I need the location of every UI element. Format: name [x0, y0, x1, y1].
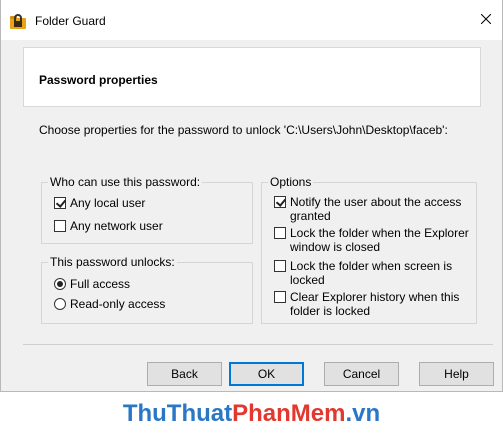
footer-separator	[23, 344, 493, 345]
watermark-part-2: PhanMem	[232, 400, 346, 427]
checkbox-box[interactable]	[54, 220, 66, 232]
watermark-part-3: .vn	[345, 400, 381, 427]
checkbox-any-network-user[interactable]: Any network user	[54, 219, 163, 233]
radio-read-only-access[interactable]: Read-only access	[54, 297, 165, 311]
radio-button[interactable]	[54, 278, 66, 290]
label-line-2: locked	[290, 273, 325, 287]
radio-label: Full access	[70, 277, 131, 291]
checkbox-lock-explorer-closed[interactable]: Lock the folder when the Explorer window …	[274, 226, 469, 254]
label-line-1: Notify the user about the access	[290, 195, 462, 209]
checkbox-clear-explorer-history[interactable]: Clear Explorer history when this folder i…	[274, 290, 459, 318]
options-label: Options	[268, 175, 314, 189]
checkbox-box[interactable]	[274, 196, 286, 208]
help-button[interactable]: Help	[419, 362, 494, 386]
checkbox-box[interactable]	[274, 291, 286, 303]
label-line-2: window is closed	[290, 240, 381, 254]
checkbox-any-local-user[interactable]: Any local user	[54, 196, 145, 210]
password-unlocks-group: This password unlocks: Full access Read-…	[41, 255, 253, 324]
close-button[interactable]	[470, 0, 502, 40]
checkbox-lock-screen-locked[interactable]: Lock the folder when screen is locked	[274, 259, 452, 287]
title-bar: Folder Guard	[1, 0, 502, 40]
header-panel: Password properties	[23, 47, 481, 107]
cancel-button[interactable]: Cancel	[324, 362, 399, 386]
checkbox-label: Any local user	[70, 196, 146, 210]
back-button[interactable]: Back	[147, 362, 222, 386]
radio-full-access[interactable]: Full access	[54, 277, 130, 291]
close-icon	[480, 13, 492, 27]
ok-button[interactable]: OK	[229, 362, 304, 386]
site-watermark: ThuThuatPhanMem.vn	[0, 400, 503, 428]
who-can-use-group: Who can use this password: Any local use…	[41, 175, 253, 244]
instruction-text: Choose properties for the password to un…	[39, 123, 448, 137]
watermark-part-1: ThuThuat	[122, 400, 233, 427]
password-unlocks-label: This password unlocks:	[48, 255, 177, 269]
folder-guard-lock-icon	[9, 12, 27, 30]
label-line-1: Lock the folder when screen is	[290, 259, 453, 273]
radio-label: Read-only access	[70, 297, 166, 311]
page-title: Password properties	[39, 73, 158, 87]
label-line-2: folder is locked	[290, 304, 371, 318]
checkbox-label: Any network user	[70, 219, 163, 233]
checkbox-label: Clear Explorer history when this folder i…	[290, 290, 459, 318]
radio-button[interactable]	[54, 298, 66, 310]
window-title: Folder Guard	[35, 14, 106, 28]
checkbox-box[interactable]	[54, 197, 66, 209]
who-can-use-label: Who can use this password:	[48, 175, 203, 189]
checkbox-notify-access[interactable]: Notify the user about the access granted	[274, 195, 461, 223]
checkbox-label: Lock the folder when screen is locked	[290, 259, 452, 287]
checkbox-box[interactable]	[274, 227, 286, 239]
checkbox-label: Notify the user about the access granted	[290, 195, 461, 223]
label-line-2: granted	[290, 209, 331, 223]
label-line-1: Clear Explorer history when this	[290, 290, 460, 304]
dialog-window: Folder Guard Password properties Choose …	[0, 0, 503, 392]
checkbox-box[interactable]	[274, 260, 286, 272]
label-line-1: Lock the folder when the Explorer	[290, 226, 469, 240]
options-group: Options Notify the user about the access…	[261, 175, 477, 324]
checkbox-label: Lock the folder when the Explorer window …	[290, 226, 469, 254]
